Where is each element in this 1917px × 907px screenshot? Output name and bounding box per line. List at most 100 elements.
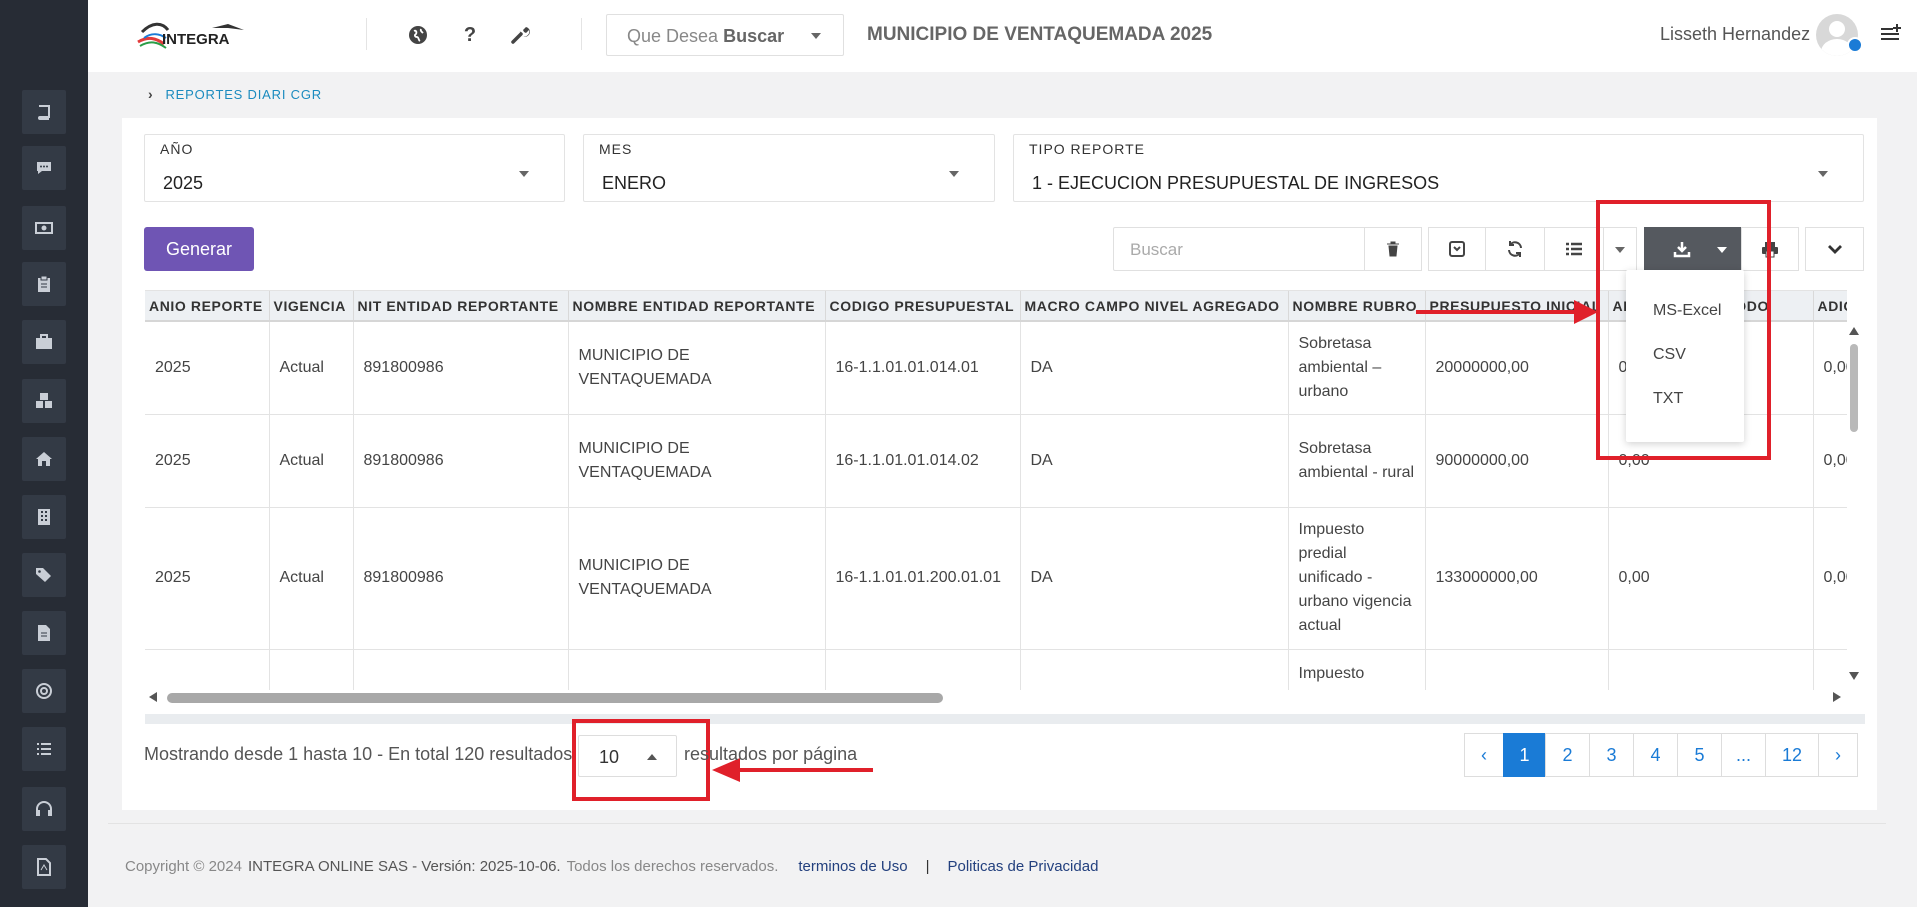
page-1[interactable]: 1 (1503, 733, 1546, 777)
briefcase-icon (35, 333, 53, 351)
sidebar-item-cubes[interactable] (22, 379, 66, 423)
column-header[interactable]: VIGENCIA (269, 291, 354, 322)
column-header[interactable]: NOMBRE ENTIDAD REPORTANTE (568, 291, 826, 322)
column-header[interactable]: ADICIONES (1813, 291, 1847, 322)
sidebar-item-home[interactable] (22, 437, 66, 481)
sidebar-item-list[interactable] (22, 727, 66, 771)
table-cell: 0,00 (1813, 507, 1847, 650)
page-next[interactable]: › (1818, 733, 1858, 777)
sidebar-item-tags[interactable] (22, 553, 66, 597)
table-cell: MUNICIPIO DE VENTAQUEMADA (568, 414, 826, 508)
sidebar-item-support[interactable] (22, 669, 66, 713)
lifebuoy-icon (35, 682, 53, 700)
sidebar-item-chat[interactable] (22, 146, 66, 190)
sidebar-item-pdf[interactable] (22, 845, 66, 889)
generate-button[interactable]: Generar (144, 227, 254, 271)
wrench-icon[interactable] (509, 24, 531, 46)
logo-text: INTEGRA (162, 31, 230, 48)
year-select[interactable]: AÑO 2025 (144, 134, 565, 202)
page-size-select[interactable]: 10 (578, 735, 677, 777)
table-cell: 16-1.1.01.01.200.01.01 (825, 507, 1021, 650)
chevron-down-icon (1827, 245, 1842, 254)
breadcrumb-current[interactable]: REPORTES DIARI CGR (165, 87, 321, 102)
user-name[interactable]: Lisseth Hernandez (1660, 24, 1810, 45)
table-row[interactable]: Impuesto (145, 649, 1847, 690)
scrollbar-thumb[interactable] (167, 693, 943, 703)
archive-icon (1449, 241, 1465, 257)
table-row[interactable]: 2025 Actual 891800986 MUNICIPIO DE VENTA… (145, 321, 1847, 415)
per-page-label: resultados por página (684, 744, 858, 764)
refresh-button[interactable] (1485, 227, 1545, 271)
chevron-up-icon (647, 754, 657, 760)
sidebar-item-money[interactable] (22, 206, 66, 250)
month-select[interactable]: MES ENERO (583, 134, 995, 202)
sidebar-item-file[interactable] (22, 611, 66, 655)
table-cell: DA (1020, 414, 1289, 508)
chat-icon (35, 159, 53, 177)
sidebar-item-book[interactable] (22, 90, 66, 134)
page-5[interactable]: 5 (1677, 733, 1722, 777)
table-cell: DA (1020, 321, 1289, 415)
sidebar-item-briefcase[interactable] (22, 320, 66, 364)
page-size-value: 10 (599, 747, 620, 767)
sidebar-item-clipboard[interactable] (22, 262, 66, 306)
page-12[interactable]: 12 (1765, 733, 1819, 777)
money-icon (35, 219, 53, 237)
page-4[interactable]: 4 (1633, 733, 1678, 777)
page-2[interactable]: 2 (1545, 733, 1590, 777)
terms-link[interactable]: terminos de Uso (798, 858, 907, 875)
table-cell: 90000000,00 (1425, 414, 1609, 508)
globe-icon[interactable] (407, 24, 429, 46)
sidebar-item-building[interactable] (22, 495, 66, 539)
page-ellipsis: ... (1721, 733, 1766, 777)
scroll-right-icon[interactable] (1833, 692, 1841, 702)
vertical-scrollbar[interactable] (1848, 327, 1860, 687)
table-cell: Actual (269, 507, 354, 650)
clear-search-button[interactable] (1364, 227, 1422, 271)
table-row[interactable]: 2025 Actual 891800986 MUNICIPIO DE VENTA… (145, 507, 1847, 650)
column-header[interactable]: NIT ENTIDAD REPORTANTE (353, 291, 569, 322)
table-cell: 0,00 (1608, 507, 1814, 650)
table-cell: 891800986 (353, 321, 569, 415)
table-row[interactable]: 2025 Actual 891800986 MUNICIPIO DE VENTA… (145, 414, 1847, 508)
menu-toggle-icon[interactable] (1878, 22, 1902, 46)
column-header[interactable]: ANIO REPORTE (145, 291, 270, 322)
app-logo[interactable]: INTEGRA (132, 18, 248, 54)
page-3[interactable]: 3 (1589, 733, 1634, 777)
column-header[interactable]: NOMBRE RUBRO (1288, 291, 1426, 322)
table-cell (145, 649, 270, 690)
table-cell: 2025 (145, 414, 270, 508)
horizontal-scrollbar[interactable] (145, 688, 1845, 708)
table-search-input[interactable]: Buscar (1113, 227, 1365, 271)
pdf-icon (35, 858, 53, 876)
table-cell: MUNICIPIO DE VENTAQUEMADA (568, 321, 826, 415)
privacy-link[interactable]: Politicas de Privacidad (948, 858, 1099, 875)
table-cell: Actual (269, 414, 354, 508)
municipality-title: MUNICIPIO DE VENTAQUEMADA 2025 (867, 24, 1213, 45)
scroll-down-icon[interactable] (1849, 672, 1859, 680)
divider (366, 18, 367, 50)
archive-button[interactable] (1428, 227, 1486, 271)
question-icon[interactable]: ? (459, 24, 481, 46)
highlight-box (1596, 200, 1771, 460)
report-type-select[interactable]: TIPO REPORTE 1 - EJECUCION PRESUPUESTAL … (1013, 134, 1864, 202)
scrollbar-thumb[interactable] (1850, 344, 1858, 432)
footer: Copyright © 2024 INTEGRA ONLINE SAS - Ve… (125, 858, 1098, 875)
expand-button[interactable] (1805, 227, 1864, 271)
table-cell: 0,00 (1813, 414, 1847, 508)
table-cell (1608, 649, 1814, 690)
columns-button[interactable] (1544, 227, 1604, 271)
global-search-dropdown[interactable]: Que Desea Buscar (606, 14, 844, 56)
column-header[interactable]: CODIGO PRESUPUESTAL (825, 291, 1021, 322)
table-cell (825, 649, 1021, 690)
sidebar-item-headset[interactable] (22, 787, 66, 831)
page-prev[interactable]: ‹ (1464, 733, 1504, 777)
tags-icon (35, 566, 53, 584)
column-header[interactable]: MACRO CAMPO NIVEL AGREGADO (1020, 291, 1289, 322)
list-icon (1566, 242, 1582, 256)
scroll-up-icon[interactable] (1849, 327, 1859, 335)
table-cell (1813, 649, 1847, 690)
report-type-label: TIPO REPORTE (1029, 141, 1145, 157)
scroll-left-icon[interactable] (149, 692, 157, 702)
chevron-right-icon: › (148, 86, 154, 102)
